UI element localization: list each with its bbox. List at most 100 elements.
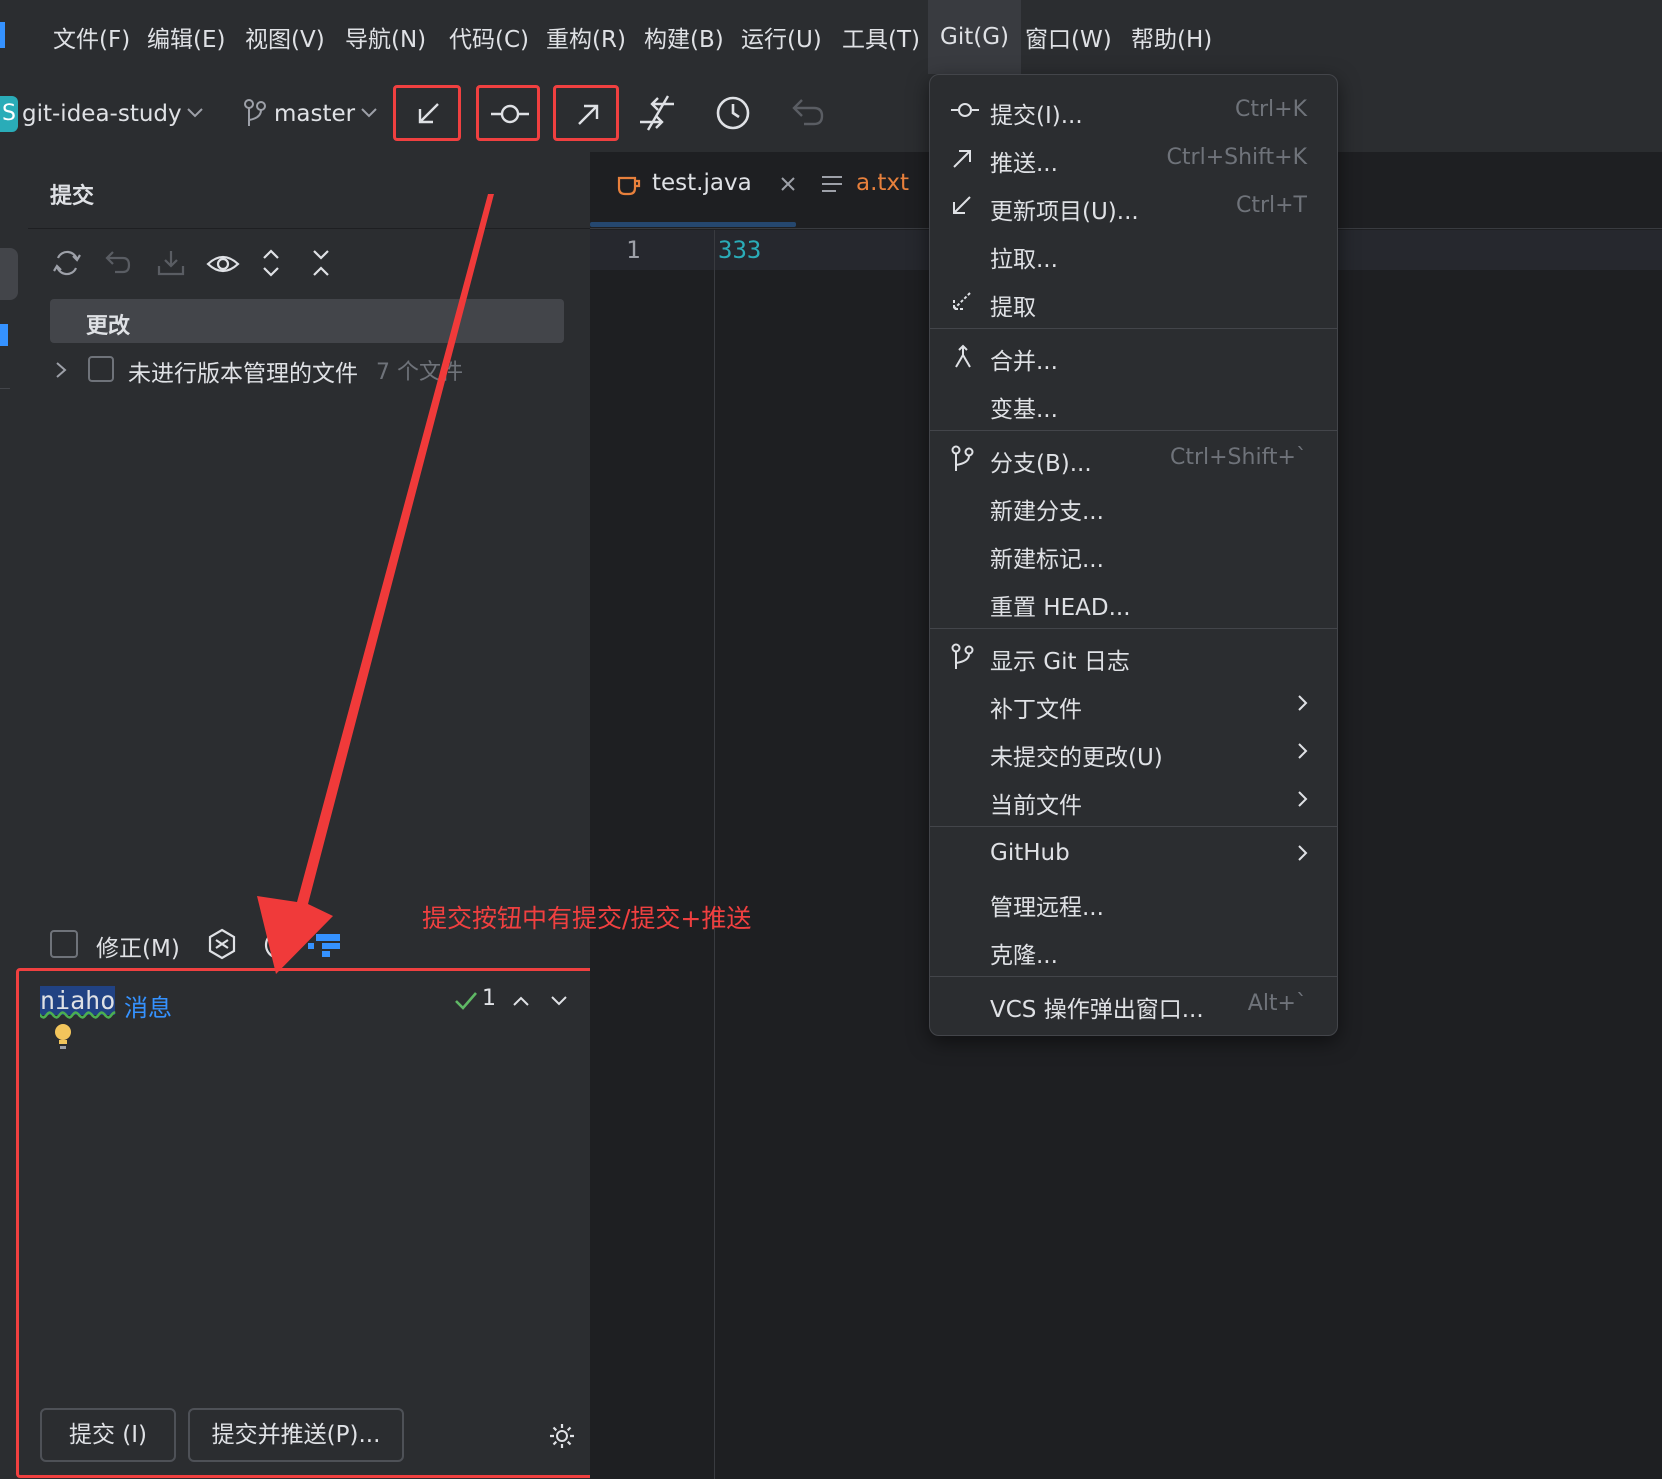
chevron-down-icon[interactable]: [550, 994, 568, 1008]
history-icon[interactable]: [258, 930, 278, 960]
git-menu-label: 更新项目(U)...: [990, 199, 1139, 225]
plugin-icon[interactable]: [308, 932, 342, 958]
git-menu-new-tag[interactable]: 新建标记...: [930, 531, 1337, 579]
amend-checkbox[interactable]: [50, 930, 78, 958]
commit-tool-icon[interactable]: [0, 248, 18, 300]
main-toolbar: S git-idea-study master: [0, 74, 1662, 153]
git-menu-vcs-popup[interactable]: VCS 操作弹出窗口... Alt+`: [930, 981, 1337, 1029]
git-menu-new-branch[interactable]: 新建分支...: [930, 483, 1337, 531]
git-menu-merge[interactable]: 合并...: [930, 333, 1337, 381]
git-menu-label: 管理远程...: [990, 895, 1104, 921]
shelve-icon[interactable]: [156, 248, 186, 278]
refresh-icon[interactable]: [52, 248, 82, 278]
lightbulb-icon[interactable]: [52, 1022, 74, 1052]
git-menu-label: 新建分支...: [990, 499, 1104, 525]
git-menu-current-file[interactable]: 当前文件: [930, 777, 1337, 825]
menu-tools[interactable]: 工具(T): [842, 20, 920, 54]
git-log-icon: [951, 643, 974, 669]
expand-all-icon[interactable]: [260, 248, 282, 278]
submenu-chevron-icon: [1298, 695, 1308, 711]
pull-button[interactable]: [393, 85, 461, 141]
menu-separator: [930, 976, 1337, 977]
line-number: 1: [626, 236, 641, 264]
git-menu-label: 新建标记...: [990, 547, 1104, 573]
git-menu-branches[interactable]: 分支(B)... Ctrl+Shift+`: [930, 435, 1337, 483]
git-menu-label: 补丁文件: [990, 697, 1082, 723]
code-line[interactable]: 333: [718, 236, 761, 264]
push-icon: [953, 150, 971, 168]
commit-icon: [951, 103, 979, 117]
ai-assistant-icon[interactable]: [206, 928, 238, 960]
commit-button-toolbar[interactable]: [476, 85, 540, 141]
collapse-all-icon[interactable]: [310, 248, 332, 278]
git-menu-label: 分支(B)...: [990, 451, 1092, 477]
git-menu-shortcut: Ctrl+T: [1235, 193, 1307, 218]
preview-eye-icon[interactable]: [206, 250, 240, 278]
unversioned-count: 7 个文件: [376, 360, 463, 385]
git-menu-show-log[interactable]: 显示 Git 日志: [930, 633, 1337, 681]
history-clock-icon[interactable]: [714, 94, 752, 132]
structure-tool-icon[interactable]: [0, 324, 8, 346]
branch-selector[interactable]: master: [274, 96, 355, 132]
rollback-icon[interactable]: [103, 248, 133, 278]
git-menu-fetch[interactable]: 提取: [930, 279, 1337, 327]
git-menu-uncommitted-changes[interactable]: 未提交的更改(U): [930, 729, 1337, 777]
close-icon[interactable]: [780, 176, 796, 192]
git-menu-push[interactable]: 推送... Ctrl+Shift+K: [930, 135, 1337, 183]
text-file-icon: [822, 176, 842, 192]
menu-code[interactable]: 代码(C): [449, 20, 529, 54]
panel-divider: [28, 228, 590, 229]
commit-button[interactable]: 提交 (I): [40, 1408, 176, 1462]
submenu-chevron-icon: [1298, 845, 1308, 861]
changes-group-header[interactable]: 更改: [50, 299, 564, 343]
git-menu-shortcut: Alt+`: [1247, 991, 1307, 1016]
menu-separator: [930, 430, 1337, 431]
menu-build[interactable]: 构建(B): [644, 20, 724, 54]
active-tab-indicator: [590, 222, 796, 227]
unversioned-checkbox[interactable]: [88, 356, 114, 382]
rollback-icon[interactable]: [790, 96, 826, 128]
menu-separator: [930, 328, 1337, 329]
git-menu-manage-remotes[interactable]: 管理远程...: [930, 879, 1337, 927]
menu-view[interactable]: 视图(V): [245, 20, 325, 54]
git-menu-rebase[interactable]: 变基...: [930, 381, 1337, 429]
menu-refactor[interactable]: 重构(R): [546, 20, 626, 54]
git-menu-shortcut: Ctrl+K: [1234, 97, 1307, 122]
menu-file[interactable]: 文件(F): [53, 20, 130, 54]
commit-message-input[interactable]: niaho 消息 1: [28, 980, 584, 1280]
git-menu-clone[interactable]: 克隆...: [930, 927, 1337, 975]
push-button[interactable]: [553, 85, 619, 141]
git-menu-update-project[interactable]: 更新项目(U)... Ctrl+T: [930, 183, 1337, 231]
git-menu-label: 推送...: [990, 151, 1058, 177]
menu-run[interactable]: 运行(U): [741, 20, 822, 54]
annotation-note: 提交按钮中有提交/提交+推送: [422, 904, 752, 933]
chevron-up-icon[interactable]: [512, 994, 530, 1008]
menu-window[interactable]: 窗口(W): [1025, 20, 1112, 54]
unversioned-files-row[interactable]: 未进行版本管理的文件 7 个文件: [50, 348, 564, 392]
commit-and-push-button[interactable]: 提交并推送(P)...: [188, 1408, 404, 1462]
git-menu-patch[interactable]: 补丁文件: [930, 681, 1337, 729]
amend-label[interactable]: 修正(M): [96, 929, 180, 963]
git-menu-reset-head[interactable]: 重置 HEAD...: [930, 579, 1337, 627]
git-menu-label: 拉取...: [990, 247, 1058, 273]
chevron-down-icon[interactable]: [360, 106, 378, 120]
git-menu-commit[interactable]: 提交(I)... Ctrl+K: [930, 87, 1337, 135]
git-menu-pull[interactable]: 拉取...: [930, 231, 1337, 279]
menu-help[interactable]: 帮助(H): [1131, 20, 1212, 54]
gear-icon[interactable]: [548, 1422, 576, 1450]
commit-message-text: niaho: [40, 986, 116, 1015]
tab-a-txt[interactable]: a.txt: [820, 168, 940, 228]
menu-separator: [930, 826, 1337, 827]
push-arrow-icon: [578, 104, 599, 125]
menu-git[interactable]: Git(G): [928, 0, 1021, 74]
project-selector[interactable]: git-idea-study: [22, 96, 182, 132]
menu-edit[interactable]: 编辑(E): [147, 20, 225, 54]
chevron-down-icon[interactable]: [186, 106, 204, 120]
chevron-right-icon[interactable]: [54, 361, 68, 379]
tab-test-java[interactable]: test.java: [590, 168, 802, 228]
compare-icon[interactable]: [638, 94, 678, 132]
git-menu-github[interactable]: GitHub: [930, 831, 1337, 879]
menu-navigate[interactable]: 导航(N): [345, 20, 426, 54]
fetch-icon: [953, 292, 971, 310]
commit-panel-title: 提交: [50, 184, 95, 209]
